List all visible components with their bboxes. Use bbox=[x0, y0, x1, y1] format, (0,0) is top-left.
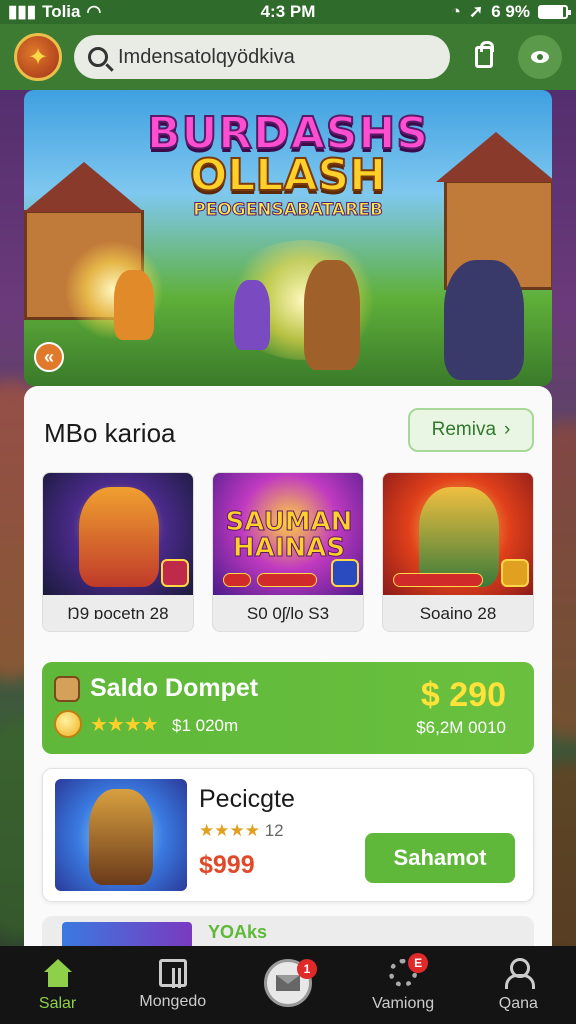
back-arrow-icon[interactable]: « bbox=[34, 342, 64, 372]
product-image bbox=[55, 779, 187, 891]
nav-label: Qana bbox=[498, 995, 538, 1012]
game-character bbox=[419, 487, 499, 587]
carrier-label: Tolia bbox=[42, 2, 81, 21]
game-label: Soaino 28 bbox=[419, 604, 497, 623]
search-input[interactable]: Imdensatolqyödkiva bbox=[74, 35, 450, 79]
game-character bbox=[79, 487, 159, 587]
game-pill bbox=[257, 573, 317, 587]
list-item-thumbnail bbox=[62, 922, 192, 946]
banner-hero bbox=[444, 260, 524, 380]
see-all-button[interactable]: Remiva › bbox=[408, 408, 534, 452]
banner-subtitle: PEOGENSABATAREB bbox=[193, 200, 384, 221]
main-panel: MBo karioa Remiva › Ŋ9 ɒocetn 28 SAUMAN … bbox=[24, 386, 552, 946]
product-rating: ★★★★ 12 bbox=[199, 821, 284, 841]
app-header: ✦ Imdensatolqyödkiva bbox=[0, 24, 576, 90]
game-card[interactable]: Soaino 28 bbox=[382, 472, 534, 632]
wallet-subtext: $1 020m bbox=[172, 716, 239, 735]
wallet-character-icon bbox=[54, 676, 80, 702]
list-item[interactable]: YOAks bbox=[42, 916, 534, 946]
banner-title-line2: OLLASH bbox=[189, 149, 387, 202]
battery-percent: 6 9% bbox=[491, 2, 530, 21]
nav-item-messages[interactable]: 1 bbox=[233, 959, 343, 1007]
nav-item-profile[interactable]: Qana bbox=[463, 957, 573, 1013]
game-thumbnail bbox=[383, 473, 533, 595]
coin-icon bbox=[54, 710, 82, 738]
game-label: Ŋ9 ɒocetn 28 bbox=[67, 604, 169, 623]
hero-banner[interactable]: BURDASHS OLLASH PEOGENSABATAREB « bbox=[24, 90, 552, 386]
nav-label: Salar bbox=[38, 995, 77, 1012]
nav-item-games[interactable]: Mongedo bbox=[118, 959, 228, 1011]
wifi-icon: ◠ bbox=[86, 2, 102, 21]
lock-icon[interactable] bbox=[462, 35, 506, 79]
rating-count: 12 bbox=[264, 821, 284, 840]
game-badge-icon bbox=[501, 559, 529, 587]
game-card[interactable]: SAUMAN HAINAS S0 0ʃ/lo S3 bbox=[212, 472, 364, 632]
nav-item-settings[interactable]: E Vamiong bbox=[348, 953, 458, 1013]
user-icon bbox=[501, 957, 536, 989]
game-thumbnail: SAUMAN HAINAS bbox=[213, 473, 363, 595]
game-logo-text: SAUMAN HAINAS bbox=[225, 507, 353, 563]
bottom-nav: Salar Mongedo 1 E Vamiong Qana bbox=[0, 946, 576, 1024]
banner-hero bbox=[304, 260, 360, 370]
battery-icon bbox=[538, 5, 571, 19]
alarm-icon: ◔ bbox=[450, 2, 461, 21]
section-title: MBo karioa bbox=[44, 418, 176, 448]
list-item-label: YOAks bbox=[208, 922, 268, 942]
chevron-right-icon: › bbox=[504, 419, 511, 440]
product-price: $999 bbox=[199, 851, 255, 879]
game-pill bbox=[393, 573, 483, 587]
wallet-stars: ★★★★ bbox=[90, 714, 159, 736]
buy-button[interactable]: Sahamot bbox=[365, 833, 515, 883]
banner-hero bbox=[234, 280, 270, 350]
nav-label: Mongedo bbox=[139, 993, 207, 1010]
eye-icon[interactable] bbox=[518, 35, 562, 79]
wallet-amount-sub: $6,2M 0010 bbox=[416, 718, 506, 737]
search-placeholder: Imdensatolqyödkiva bbox=[118, 45, 295, 68]
see-all-label: Remiva bbox=[431, 419, 497, 440]
clock: 4:3 PM bbox=[260, 2, 316, 21]
game-card[interactable]: Ŋ9 ɒocetn 28 bbox=[42, 472, 194, 632]
product-name: Pecicgte bbox=[199, 785, 295, 813]
wallet-card[interactable]: Saldo Dompet ★★★★ $1 020m $ 290 $6,2M 00… bbox=[42, 662, 534, 754]
game-pills bbox=[223, 573, 317, 587]
grid-icon bbox=[158, 959, 187, 988]
game-badge-icon bbox=[161, 559, 189, 587]
avatar[interactable]: ✦ bbox=[14, 33, 62, 81]
notification-badge: E bbox=[408, 953, 429, 973]
location-icon: ➚ bbox=[469, 2, 484, 21]
game-label: S0 0ʃ/lo S3 bbox=[246, 604, 330, 623]
nav-item-home[interactable]: Salar bbox=[3, 957, 113, 1013]
game-badge-icon bbox=[331, 559, 359, 587]
wallet-amount: $ 290 bbox=[420, 676, 506, 714]
nav-label: Vamiong bbox=[372, 995, 435, 1012]
search-icon bbox=[88, 47, 108, 67]
game-pill bbox=[223, 573, 251, 587]
notification-badge: 1 bbox=[296, 959, 317, 979]
star-icon: ★★★★ bbox=[199, 821, 260, 840]
home-icon bbox=[41, 957, 75, 989]
product-character bbox=[89, 789, 153, 885]
product-card[interactable]: Pecicgte ★★★★ 12 $999 Sahamot bbox=[42, 768, 534, 902]
wallet-title: Saldo Dompet bbox=[90, 674, 259, 702]
game-list: Ŋ9 ɒocetn 28 SAUMAN HAINAS S0 0ʃ/lo S3 S… bbox=[42, 472, 534, 632]
status-bar: ▮▮▮ Tolia ◠ 4:3 PM ◔ ➚ 6 9% bbox=[0, 0, 576, 24]
banner-hero bbox=[114, 270, 154, 340]
game-thumbnail bbox=[43, 473, 193, 595]
game-pills bbox=[393, 573, 483, 587]
signal-icon: ▮▮▮ bbox=[8, 2, 37, 21]
